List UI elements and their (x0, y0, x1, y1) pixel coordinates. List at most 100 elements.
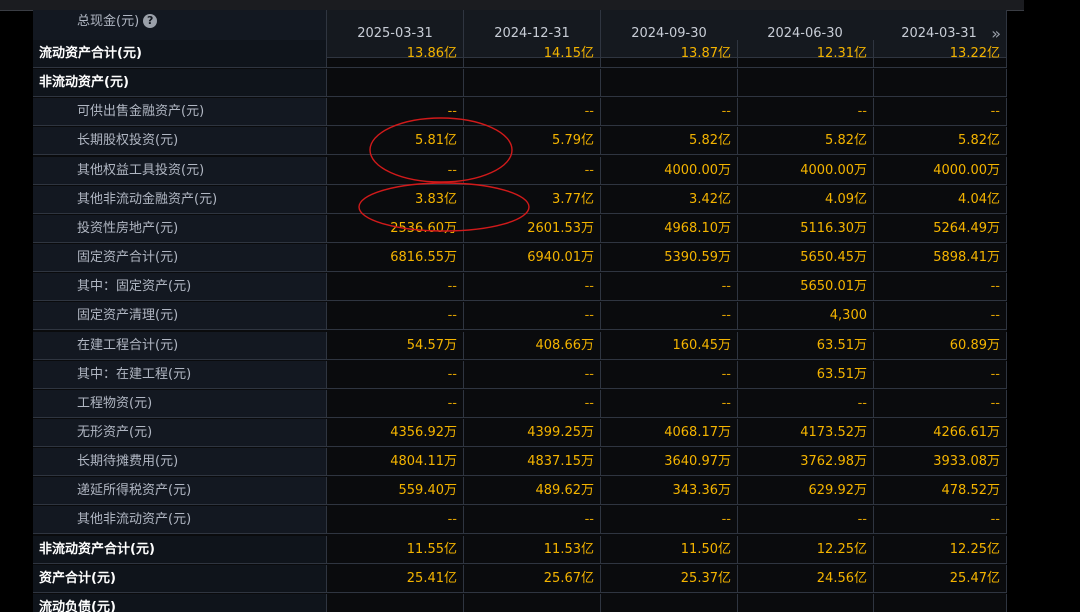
row-value-cell: -- (601, 361, 738, 389)
row-value-cell: -- (327, 302, 464, 330)
row-value-cell: 6940.01万 (464, 244, 601, 272)
row-value-cell (601, 594, 738, 612)
row-value-cell: 4837.15万 (464, 448, 601, 476)
row-label: 工程物资(元) (33, 390, 327, 418)
row-label: 长期股权投资(元) (33, 127, 327, 155)
row-value-cell: -- (327, 390, 464, 418)
row-value-cell: 60.89万 (872, 332, 1007, 360)
row-value-cell: -- (464, 390, 601, 418)
row-value-cell: -- (327, 361, 464, 389)
row-value-cell: -- (872, 506, 1007, 534)
row-value-cell: 25.47亿 (872, 565, 1007, 593)
row-value-cell: 4.04亿 (872, 186, 1007, 214)
row-value-cell: 54.57万 (327, 332, 464, 360)
row-value-cell: -- (327, 273, 464, 301)
table-row: 其他非流动资产(元) -- -- -- -- -- (33, 506, 1007, 535)
table-row: 在建工程合计(元) 54.57万 408.66万 160.45万 63.51万 60.89… (33, 332, 1007, 361)
row-value-cell: 160.45万 (601, 332, 738, 360)
row-value-cell: 4000.00万 (737, 157, 874, 185)
row-value-cell: 3933.08万 (872, 448, 1007, 476)
row-value-cell: 343.36万 (601, 477, 738, 505)
row-value-cell: -- (327, 157, 464, 185)
row-value-cell: 3.77亿 (464, 186, 601, 214)
row-value-cell: 4968.10万 (601, 215, 738, 243)
row-value-cell: 408.66万 (464, 332, 601, 360)
row-value-cell: 13.87亿 (601, 40, 738, 68)
row-value-cell: 4173.52万 (737, 419, 874, 447)
table-row: 工程物资(元) -- -- -- -- -- (33, 390, 1007, 419)
row-value-cell: -- (737, 98, 874, 126)
table-row: 投资性房地产(元) 2536.60万 2601.53万 4968.10万 5116.30… (33, 215, 1007, 244)
row-value-cell: 63.51万 (737, 361, 874, 389)
row-value-cell: -- (464, 273, 601, 301)
row-value-cell (327, 594, 464, 612)
row-value-cell: -- (601, 302, 738, 330)
date-col-5-text: 2024-03-31 (901, 26, 977, 41)
row-value-cell: 4399.25万 (464, 419, 601, 447)
table-row: 其他非流动金融资产(元) 3.83亿 3.77亿 3.42亿 4.09亿 4.04亿 (33, 186, 1007, 215)
row-label: 非流动资产(元) (33, 69, 327, 97)
row-value-cell: 3762.98万 (737, 448, 874, 476)
row-value-cell: -- (464, 361, 601, 389)
row-value-cell: 5898.41万 (872, 244, 1007, 272)
row-value-cell: -- (464, 157, 601, 185)
table-row: 流动资产合计(元) 13.86亿 14.15亿 13.87亿 12.31亿 13.22亿 (33, 40, 1007, 69)
table-row: 可供出售金融资产(元) -- -- -- -- -- (33, 98, 1007, 127)
row-label: 其中：固定资产(元) (33, 273, 327, 301)
row-value-cell: -- (872, 390, 1007, 418)
row-value-cell: 13.86亿 (327, 40, 464, 68)
row-value-cell: -- (601, 390, 738, 418)
table-row: 递延所得税资产(元) 559.40万 489.62万 343.36万 629.92万 47… (33, 477, 1007, 506)
row-value-cell: 63.51万 (737, 332, 874, 360)
row-value-cell: -- (327, 98, 464, 126)
balance-sheet-table: 总现金(元)? 2025-03-31 2024-12-31 2024-09-30… (33, 10, 1007, 612)
row-label: 非流动资产合计(元) (33, 536, 327, 564)
row-label: 可供出售金融资产(元) (33, 98, 327, 126)
table-row: 非流动资产(元) (33, 69, 1007, 98)
row-value-cell: 11.50亿 (601, 536, 738, 564)
total-cash-label: 总现金(元) (77, 14, 140, 29)
row-value-cell: 5.82亿 (601, 127, 738, 155)
row-value-cell: 559.40万 (327, 477, 464, 505)
help-icon[interactable]: ? (143, 14, 158, 28)
row-value-cell: -- (464, 98, 601, 126)
row-value-cell: -- (601, 273, 738, 301)
row-value-cell: 4.09亿 (737, 186, 874, 214)
row-value-cell: 4356.92万 (327, 419, 464, 447)
row-value-cell (737, 594, 874, 612)
table-row: 长期股权投资(元) 5.81亿 5.79亿 5.82亿 5.82亿 5.82亿 (33, 127, 1007, 156)
row-value-cell: 5264.49万 (872, 215, 1007, 243)
row-label: 其他非流动金融资产(元) (33, 186, 327, 214)
table-row: 非流动资产合计(元) 11.55亿 11.53亿 11.50亿 12.25亿 12.25亿 (33, 536, 1007, 565)
row-value-cell (464, 69, 601, 97)
row-value-cell: -- (872, 302, 1007, 330)
row-value-cell: 25.67亿 (464, 565, 601, 593)
row-value-cell: 5390.59万 (601, 244, 738, 272)
row-value-cell: 13.22亿 (872, 40, 1007, 68)
row-value-cell: 11.55亿 (327, 536, 464, 564)
row-value-cell: 5650.45万 (737, 244, 874, 272)
row-value-cell: -- (872, 98, 1007, 126)
row-value-cell: -- (327, 506, 464, 534)
table-header-row: 总现金(元)? 2025-03-31 2024-12-31 2024-09-30… (33, 10, 1007, 58)
row-value-cell: -- (464, 506, 601, 534)
row-value-cell: 4000.00万 (872, 157, 1007, 185)
row-value-cell: -- (737, 390, 874, 418)
row-value-cell: 4266.61万 (872, 419, 1007, 447)
table-row: 资产合计(元) 25.41亿 25.67亿 25.37亿 24.56亿 25.47亿 (33, 565, 1007, 594)
row-label: 流动资产合计(元) (33, 40, 327, 68)
row-label: 投资性房地产(元) (33, 215, 327, 243)
row-value-cell (464, 594, 601, 612)
row-value-cell: 4,300 (737, 302, 874, 330)
row-value-cell: 5116.30万 (737, 215, 874, 243)
row-value-cell: 489.62万 (464, 477, 601, 505)
row-value-cell: 24.56亿 (737, 565, 874, 593)
row-value-cell: 4068.17万 (601, 419, 738, 447)
row-value-cell: 5.79亿 (464, 127, 601, 155)
table-row: 其中：在建工程(元) -- -- -- 63.51万 -- (33, 361, 1007, 390)
table-row: 固定资产清理(元) -- -- -- 4,300 -- (33, 302, 1007, 331)
table-row: 流动负债(元) (33, 594, 1007, 612)
row-value-cell: 4804.11万 (327, 448, 464, 476)
row-value-cell: 3.42亿 (601, 186, 738, 214)
row-value-cell: 25.37亿 (601, 565, 738, 593)
